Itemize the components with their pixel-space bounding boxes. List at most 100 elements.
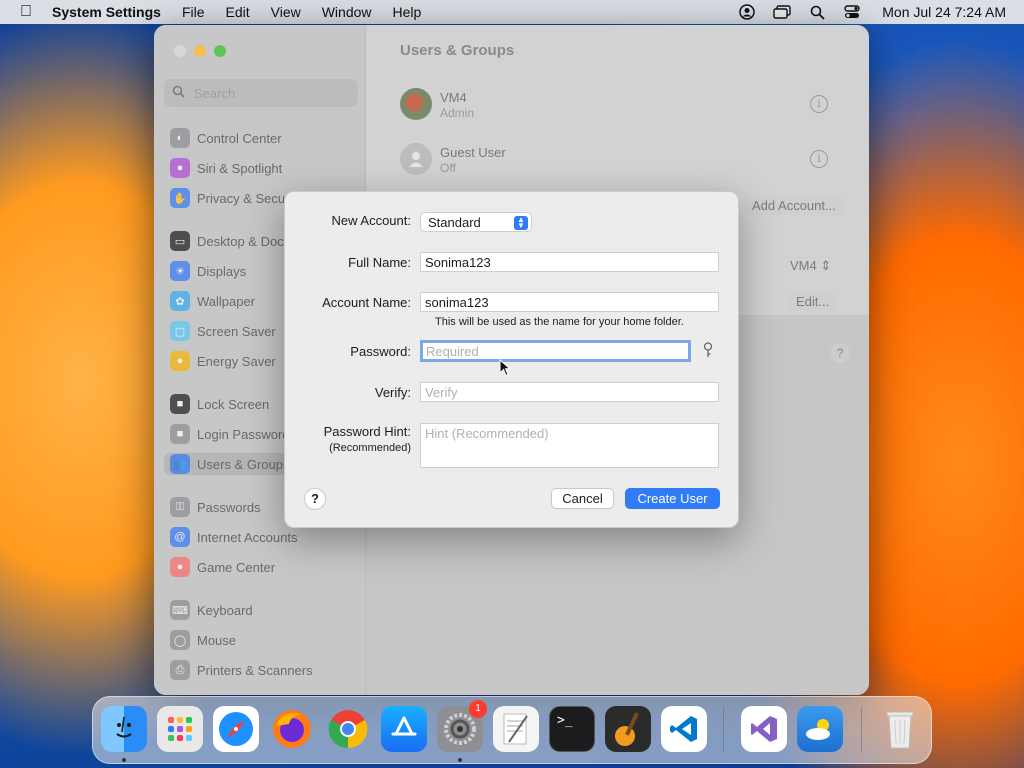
account-name-field[interactable] (420, 292, 719, 312)
dock: >_ (92, 696, 932, 764)
printer-icon: ⎙ (170, 660, 190, 680)
user-name: VM4 (440, 89, 467, 105)
screen-saver-icon: ▢ (170, 321, 190, 341)
control-center-icon[interactable] (837, 2, 867, 22)
menu-edit[interactable]: Edit (226, 4, 250, 20)
window-controls (174, 45, 226, 57)
control-center-icon: ◐ (170, 128, 190, 148)
user-row-vm4[interactable]: VM4 Admin i (400, 81, 848, 127)
user-name: Guest User (440, 144, 506, 160)
guest-avatar-icon (400, 143, 432, 175)
notification-badge: 1 (469, 700, 487, 718)
dialog-help-button[interactable]: ? (304, 488, 326, 510)
full-name-label: Full Name: (348, 255, 411, 270)
game-center-icon: ● (170, 557, 190, 577)
add-account-button[interactable]: Add Account... (744, 196, 844, 215)
launchpad-icon[interactable] (157, 706, 203, 752)
full-name-field[interactable] (420, 252, 719, 272)
menu-view[interactable]: View (271, 4, 301, 20)
password-assistant-key-icon[interactable] (702, 342, 714, 361)
at-icon: @ (170, 527, 190, 547)
chrome-icon[interactable] (325, 706, 371, 752)
menu-window[interactable]: Window (322, 4, 372, 20)
finder-icon[interactable] (101, 706, 147, 752)
window-help-button[interactable]: ? (830, 343, 850, 363)
new-account-label: New Account: (331, 213, 412, 228)
window-title: Users & Groups (400, 42, 515, 59)
visual-studio-icon[interactable] (741, 706, 787, 752)
menu-bar:  System Settings File Edit View Window … (0, 0, 1024, 24)
menu-bar-clock[interactable]: Mon Jul 24 7:24 AM (882, 4, 1006, 20)
password-field[interactable] (420, 340, 691, 362)
menu-file[interactable]: File (182, 4, 205, 20)
account-type-select[interactable]: Standard ▲ ▼ (420, 212, 532, 232)
edit-button[interactable]: Edit... (788, 292, 838, 311)
user-account-icon[interactable] (732, 2, 762, 22)
hand-icon: ✋ (170, 188, 190, 208)
user-role: Admin (440, 105, 475, 120)
lock-icon: ■ (170, 394, 190, 414)
safari-icon[interactable] (213, 706, 259, 752)
sidebar-item-internet-accounts[interactable]: @ Internet Accounts (170, 526, 360, 548)
dock-separator (861, 707, 862, 753)
sidebar-search[interactable]: Search (164, 79, 358, 107)
zoom-button[interactable] (214, 45, 226, 57)
search-icon (172, 85, 188, 101)
siri-icon: ● (170, 158, 190, 178)
sun-icon: ☀ (170, 261, 190, 281)
mouse-cursor-icon (499, 359, 511, 377)
spotlight-search-icon[interactable] (802, 2, 832, 22)
running-indicator (458, 758, 462, 762)
verify-label: Verify: (374, 385, 411, 400)
user-status: Off (440, 160, 456, 175)
screen-mirroring-icon[interactable] (767, 2, 797, 22)
terminal-icon[interactable]: >_ (549, 706, 595, 752)
chevron-updown-icon: ⇕ (820, 258, 832, 273)
sidebar-item-control-center[interactable]: ◐ Control Center (170, 127, 360, 149)
users-icon: 👥 (170, 454, 190, 474)
textedit-icon[interactable] (493, 706, 539, 752)
menu-app-name[interactable]: System Settings (52, 4, 161, 20)
user-row-guest[interactable]: Guest User Off i (400, 136, 848, 182)
mouse-icon: ◯ (170, 630, 190, 650)
password-hint-label: Password Hint: (323, 424, 411, 439)
minimize-button[interactable] (194, 45, 206, 57)
apple-icon[interactable]:  (0, 3, 52, 21)
trash-icon[interactable] (877, 706, 923, 752)
close-button[interactable] (174, 45, 186, 57)
firefox-icon[interactable] (269, 706, 315, 752)
sidebar-item-mouse[interactable]: ◯ Mouse (170, 629, 360, 651)
info-icon[interactable]: i (810, 95, 828, 113)
create-user-button[interactable]: Create User (625, 488, 720, 509)
keyboard-icon: ⌨ (170, 600, 190, 620)
account-name-hint: This will be used as the name for your h… (435, 316, 684, 328)
key-icon: ⚿ (170, 497, 190, 517)
password-hint-field[interactable] (420, 423, 719, 468)
vscode-icon[interactable] (661, 706, 707, 752)
info-icon[interactable]: i (810, 150, 828, 168)
verify-field[interactable] (420, 382, 719, 402)
sidebar-item-keyboard[interactable]: ⌨ Keyboard (170, 599, 360, 621)
menu-help[interactable]: Help (393, 4, 422, 20)
auto-login-select[interactable]: VM4 ⇕ (782, 256, 839, 276)
dock-icon: ▭ (170, 231, 190, 251)
account-name-label: Account Name: (322, 295, 411, 310)
dock-separator (723, 707, 724, 753)
running-indicator (122, 758, 126, 762)
avatar (400, 88, 432, 120)
search-placeholder: Search (194, 85, 236, 101)
garageband-icon[interactable] (605, 706, 651, 752)
sidebar-item-printers-scanners[interactable]: ⎙ Printers & Scanners (170, 659, 360, 681)
bulb-icon: ● (170, 351, 190, 371)
weather-icon[interactable] (797, 706, 843, 752)
password-label: Password: (350, 344, 411, 359)
new-account-dialog: New Account: Standard ▲▼ Full Name: Acco… (284, 191, 739, 528)
sidebar-item-siri-spotlight[interactable]: ● Siri & Spotlight (170, 157, 360, 179)
app-store-icon[interactable] (381, 706, 427, 752)
chevron-updown-icon: ▲ ▼ (514, 216, 528, 230)
sidebar-item-game-center[interactable]: ● Game Center (170, 556, 360, 578)
cancel-button[interactable]: Cancel (551, 488, 614, 509)
password-hint-sublabel: (Recommended) (329, 442, 411, 454)
flower-icon: ✿ (170, 291, 190, 311)
lock-icon: ■ (170, 424, 190, 444)
